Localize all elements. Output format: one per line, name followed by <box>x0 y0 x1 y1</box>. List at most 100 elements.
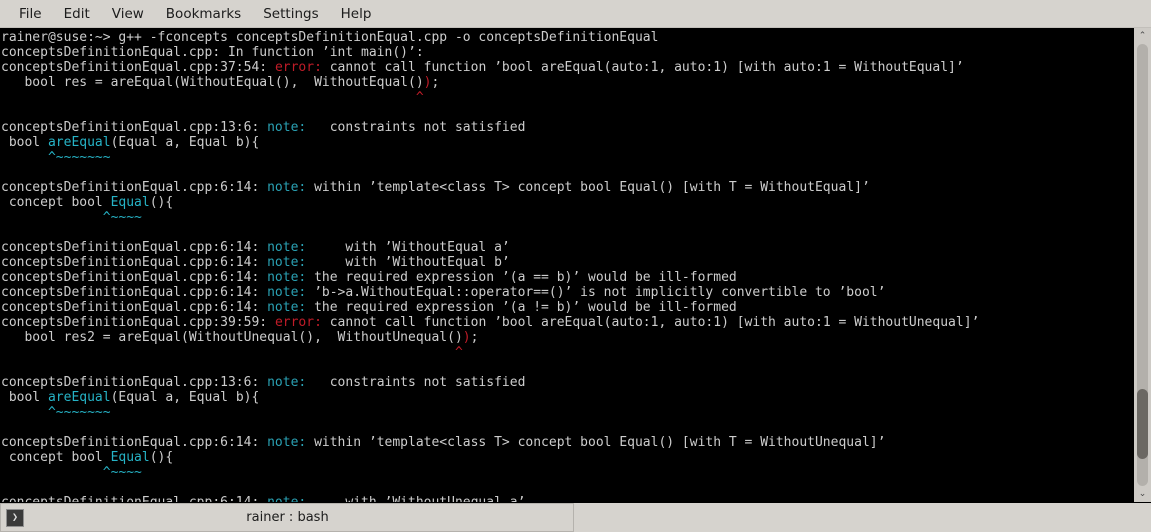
menu-bookmarks[interactable]: Bookmarks <box>155 3 252 25</box>
terminal-text: Equal <box>110 450 150 465</box>
menu-view[interactable]: View <box>101 3 155 25</box>
terminal-line: ^~~~~ <box>1 210 1132 225</box>
terminal-line: conceptsDefinitionEqual.cpp:6:14: note: … <box>1 495 1132 502</box>
terminal-line: bool areEqual(Equal a, Equal b){ <box>1 135 1132 150</box>
terminal-text: note: <box>267 270 307 285</box>
terminal-text: note: <box>267 300 307 315</box>
terminal-text: conceptsDefinitionEqual.cpp:6:14: <box>1 285 268 300</box>
terminal-text: note: <box>267 375 307 390</box>
terminal-line: concept bool Equal(){ <box>1 195 1132 210</box>
terminal-text: note: <box>267 180 307 195</box>
terminal-text: ^~~~~~~~ <box>47 405 111 420</box>
scroll-up-arrow-icon[interactable]: ⌃ <box>1134 28 1151 44</box>
terminal-text: rainer@suse:~> g++ -fconcepts conceptsDe… <box>1 30 659 45</box>
terminal-line: conceptsDefinitionEqual.cpp:13:6: note: … <box>1 375 1132 390</box>
terminal-text: bool <box>1 135 48 150</box>
terminal-text: note: <box>267 285 307 300</box>
terminal-line: conceptsDefinitionEqual.cpp:6:14: note: … <box>1 180 1132 195</box>
scrollbar-track[interactable] <box>1134 44 1151 486</box>
menu-file[interactable]: File <box>8 3 53 25</box>
terminal-text: note: <box>267 255 307 270</box>
terminal-text: with ’WithoutUnequal a’ <box>306 495 525 502</box>
terminal-line: conceptsDefinitionEqual.cpp:6:14: note: … <box>1 285 1132 300</box>
terminal-area: rainer@suse:~> g++ -fconcepts conceptsDe… <box>0 28 1151 502</box>
terminal-text: the required expression ’(a == b)’ would… <box>306 270 737 285</box>
terminal-text: ; <box>470 330 479 345</box>
terminal-line: bool res = areEqual(WithoutEqual(), With… <box>1 75 1132 90</box>
terminal-text: constraints not satisfied <box>306 120 526 135</box>
scrollbar-thumb[interactable] <box>1137 388 1148 460</box>
menu-help[interactable]: Help <box>330 3 383 25</box>
terminal-text: ; <box>431 75 440 90</box>
session-tab-bash[interactable]: ❯ rainer : bash <box>0 503 574 532</box>
terminal-text: note: <box>267 120 307 135</box>
terminal-text: within ’template<class T> concept bool E… <box>306 180 870 195</box>
terminal-text: ) <box>462 330 471 345</box>
terminal-text: conceptsDefinitionEqual.cpp:39:59: <box>1 315 275 330</box>
terminal-line: conceptsDefinitionEqual.cpp: In function… <box>1 45 1132 60</box>
terminal-text: concept bool <box>1 450 111 465</box>
terminal-text: conceptsDefinitionEqual.cpp:6:14: <box>1 495 267 502</box>
terminal-text: error: <box>274 60 322 75</box>
terminal-text: note: <box>267 435 307 450</box>
terminal-text: conceptsDefinitionEqual.cpp: In function… <box>1 45 424 60</box>
terminal-line: conceptsDefinitionEqual.cpp:39:59: error… <box>1 315 1132 330</box>
terminal-text: with ’WithoutEqual a’ <box>306 240 510 255</box>
scroll-down-arrow-icon[interactable]: ⌄ <box>1134 486 1151 502</box>
terminal-text: the required expression ’(a != b)’ would… <box>306 300 737 315</box>
session-taskbar: ❯ rainer : bash <box>0 502 1151 532</box>
terminal-text: Equal <box>110 195 150 210</box>
terminal-text: cannot call function ’bool areEqual(auto… <box>321 315 980 330</box>
terminal-line: ^ <box>1 90 1132 105</box>
terminal-line: conceptsDefinitionEqual.cpp:6:14: note: … <box>1 240 1132 255</box>
terminal-text: areEqual <box>47 390 111 405</box>
menu-bar: File Edit View Bookmarks Settings Help <box>0 0 1151 28</box>
terminal-line: conceptsDefinitionEqual.cpp:13:6: note: … <box>1 120 1132 135</box>
terminal-text: bool <box>1 390 48 405</box>
terminal-text: ^~~~~ <box>102 210 142 225</box>
terminal-line: bool areEqual(Equal a, Equal b){ <box>1 390 1132 405</box>
terminal-line: ^~~~~ <box>1 465 1132 480</box>
menu-edit[interactable]: Edit <box>53 3 101 25</box>
terminal-line: conceptsDefinitionEqual.cpp:6:14: note: … <box>1 435 1132 450</box>
session-tab-label: rainer : bash <box>246 510 329 525</box>
terminal-text: conceptsDefinitionEqual.cpp:6:14: <box>1 240 268 255</box>
terminal-scrollbar[interactable]: ⌃ ⌄ <box>1132 28 1151 502</box>
terminal-text: concept bool <box>1 195 111 210</box>
terminal-line: conceptsDefinitionEqual.cpp:37:54: error… <box>1 60 1132 75</box>
terminal-text: conceptsDefinitionEqual.cpp:6:14: <box>1 180 268 195</box>
terminal-line: conceptsDefinitionEqual.cpp:6:14: note: … <box>1 255 1132 270</box>
terminal-text: (){ <box>149 195 174 210</box>
terminal-text: within ’template<class T> concept bool E… <box>306 435 886 450</box>
terminal-text: areEqual <box>47 135 111 150</box>
terminal-line: conceptsDefinitionEqual.cpp:6:14: note: … <box>1 300 1132 315</box>
terminal-text: conceptsDefinitionEqual.cpp:6:14: <box>1 270 268 285</box>
terminal-line: ^~~~~~~~ <box>1 405 1132 420</box>
terminal-text: conceptsDefinitionEqual.cpp:37:54: <box>1 60 275 75</box>
terminal-icon: ❯ <box>6 508 24 527</box>
terminal-text: conceptsDefinitionEqual.cpp:6:14: <box>1 435 268 450</box>
terminal-text: conceptsDefinitionEqual.cpp:13:6: <box>1 375 268 390</box>
terminal-text: ^~~~~~~~ <box>47 150 111 165</box>
terminal-text: (){ <box>149 450 174 465</box>
terminal-text: bool res = areEqual(WithoutEqual(), With… <box>1 75 424 90</box>
terminal-text: cannot call function ’bool areEqual(auto… <box>321 60 964 75</box>
terminal-text: ^~~~~ <box>102 465 142 480</box>
terminal-text: conceptsDefinitionEqual.cpp:13:6: <box>1 120 268 135</box>
terminal-line: ^ <box>1 345 1132 360</box>
terminal-line: rainer@suse:~> g++ -fconcepts conceptsDe… <box>1 30 1132 45</box>
terminal-output[interactable]: rainer@suse:~> g++ -fconcepts conceptsDe… <box>0 28 1132 502</box>
menu-settings[interactable]: Settings <box>252 3 329 25</box>
terminal-text: ^ <box>415 90 424 105</box>
terminal-text: ^ <box>454 345 463 360</box>
